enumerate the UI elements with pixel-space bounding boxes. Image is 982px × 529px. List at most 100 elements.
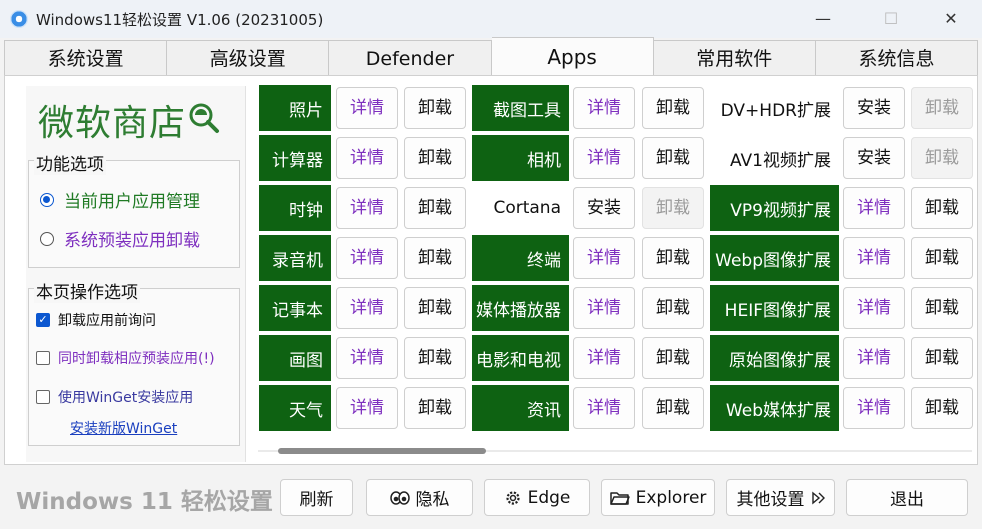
window-title: Windows11轻松设置 V1.06 (20231005) [36, 11, 324, 29]
radio-unselected-icon [40, 231, 54, 246]
app-name-terminal: 终端 [472, 235, 569, 281]
privacy-button[interactable]: 隐私 [366, 479, 473, 516]
terminal-uninstall-button[interactable]: 卸载 [642, 237, 704, 279]
app-name-camera: 相机 [472, 135, 569, 181]
app-name-snipping-tool: 截图工具 [472, 85, 569, 131]
movies-tv-uninstall-button[interactable]: 卸载 [642, 337, 704, 379]
raw-image-details-button[interactable]: 详情 [843, 337, 905, 379]
minimize-button[interactable]: — [800, 4, 846, 34]
dv-hdr-install-button[interactable]: 安装 [843, 87, 905, 129]
page-options-title: 本页操作选项 [34, 278, 140, 303]
clock-uninstall-button[interactable]: 卸载 [404, 187, 466, 229]
tab-system-settings[interactable]: 系统设置 [4, 40, 168, 76]
edge-label: Edge [527, 487, 571, 508]
heif-uninstall-button[interactable]: 卸载 [911, 287, 973, 329]
more-settings-button[interactable]: 其他设置 [726, 479, 835, 516]
tab-system-info[interactable]: 系统信息 [815, 40, 979, 76]
app-name-movies-tv: 电影和电视 [472, 335, 569, 381]
install-winget-link[interactable]: 安装新版WinGet [70, 418, 177, 438]
app-name-heif: HEIF图像扩展 [710, 285, 839, 331]
tab-advanced-settings[interactable]: 高级设置 [167, 40, 330, 76]
checkbox-uninstall-preinstalled[interactable]: 同时卸载相应预装应用(!) [36, 348, 215, 368]
privacy-label: 隐私 [415, 490, 450, 510]
radio-preinstalled-apps[interactable]: 系统预装应用卸载 [40, 226, 200, 251]
checkbox-checked-icon: ✓ [36, 313, 50, 327]
paint-details-button[interactable]: 详情 [336, 337, 398, 379]
av1-uninstall-button[interactable]: 卸载 [911, 137, 973, 179]
app-name-clock: 时钟 [259, 185, 331, 231]
store-logo-icon [189, 103, 219, 133]
terminal-details-button[interactable]: 详情 [573, 237, 635, 279]
app-name-weather: 天气 [259, 385, 331, 431]
checkbox-label: 同时卸载相应预装应用(!) [58, 351, 215, 367]
notepad-uninstall-button[interactable]: 卸载 [404, 287, 466, 329]
weather-uninstall-button[interactable]: 卸载 [404, 387, 466, 429]
snipping-tool-details-button[interactable]: 详情 [573, 87, 635, 129]
webp-uninstall-button[interactable]: 卸载 [911, 237, 973, 279]
gear-icon [505, 490, 520, 505]
clock-details-button[interactable]: 详情 [336, 187, 398, 229]
recorder-uninstall-button[interactable]: 卸载 [404, 237, 466, 279]
media-player-uninstall-button[interactable]: 卸载 [642, 287, 704, 329]
checkbox-label: 使用WinGet安装应用 [58, 390, 194, 406]
app-name-raw-image: 原始图像扩展 [710, 335, 839, 381]
web-media-uninstall-button[interactable]: 卸载 [911, 387, 973, 429]
folder-icon [609, 491, 630, 505]
scrollbar-thumb[interactable] [278, 448, 486, 454]
raw-image-uninstall-button[interactable]: 卸载 [911, 337, 973, 379]
av1-install-button[interactable]: 安装 [843, 137, 905, 179]
radio-label: 当前用户应用管理 [64, 192, 200, 212]
photos-details-button[interactable]: 详情 [336, 87, 398, 129]
news-uninstall-button[interactable]: 卸载 [642, 387, 704, 429]
news-details-button[interactable]: 详情 [573, 387, 635, 429]
app-name-recorder: 录音机 [259, 235, 331, 281]
maximize-button[interactable]: ☐ [868, 4, 914, 34]
radio-current-user-apps[interactable]: 当前用户应用管理 [40, 187, 200, 212]
notepad-details-button[interactable]: 详情 [336, 287, 398, 329]
checkbox-unchecked-icon [36, 390, 50, 404]
photos-uninstall-button[interactable]: 卸载 [404, 87, 466, 129]
refresh-button[interactable]: 刷新 [280, 479, 353, 516]
app-name-paint: 画图 [259, 335, 331, 381]
app-name-media-player: 媒体播放器 [472, 285, 569, 331]
checkbox-use-winget[interactable]: 使用WinGet安装应用 [36, 387, 193, 407]
app-name-news: 资讯 [472, 385, 569, 431]
media-player-details-button[interactable]: 详情 [573, 287, 635, 329]
more-settings-label: 其他设置 [736, 490, 805, 510]
heif-details-button[interactable]: 详情 [843, 287, 905, 329]
paint-uninstall-button[interactable]: 卸载 [404, 337, 466, 379]
horizontal-scrollbar[interactable] [258, 442, 972, 460]
edge-button[interactable]: Edge [484, 479, 590, 516]
checkbox-label: 卸载应用前询问 [58, 313, 156, 329]
forward-arrow-icon [811, 491, 825, 504]
camera-details-button[interactable]: 详情 [573, 137, 635, 179]
app-name-photos: 照片 [259, 85, 331, 131]
close-button[interactable]: ✕ [928, 4, 974, 34]
dv-hdr-uninstall-button[interactable]: 卸载 [911, 87, 973, 129]
app-gear-icon [10, 10, 28, 28]
calculator-uninstall-button[interactable]: 卸载 [404, 137, 466, 179]
camera-uninstall-button[interactable]: 卸载 [642, 137, 704, 179]
refresh-label: 刷新 [299, 490, 334, 510]
app-name-notepad: 记事本 [259, 285, 331, 331]
exit-button[interactable]: 退出 [846, 479, 968, 516]
tab-common-software[interactable]: 常用软件 [653, 40, 816, 76]
weather-details-button[interactable]: 详情 [336, 387, 398, 429]
footer-brand: Windows 11 轻松设置 [16, 489, 273, 515]
snipping-tool-uninstall-button[interactable]: 卸载 [642, 87, 704, 129]
vp9-uninstall-button[interactable]: 卸载 [911, 187, 973, 229]
tab-defender[interactable]: Defender [329, 40, 492, 76]
web-media-details-button[interactable]: 详情 [843, 387, 905, 429]
tab-apps[interactable]: Apps [491, 37, 654, 75]
cortana-install-button[interactable]: 安装 [573, 187, 635, 229]
vp9-details-button[interactable]: 详情 [843, 187, 905, 229]
checkbox-unchecked-icon [36, 351, 50, 365]
webp-details-button[interactable]: 详情 [843, 237, 905, 279]
cortana-uninstall-button[interactable]: 卸载 [642, 187, 704, 229]
checkbox-confirm-uninstall[interactable]: ✓ 卸载应用前询问 [36, 310, 156, 330]
exit-label: 退出 [890, 490, 924, 510]
calculator-details-button[interactable]: 详情 [336, 137, 398, 179]
movies-tv-details-button[interactable]: 详情 [573, 337, 635, 379]
recorder-details-button[interactable]: 详情 [336, 237, 398, 279]
explorer-button[interactable]: Explorer [601, 479, 715, 516]
